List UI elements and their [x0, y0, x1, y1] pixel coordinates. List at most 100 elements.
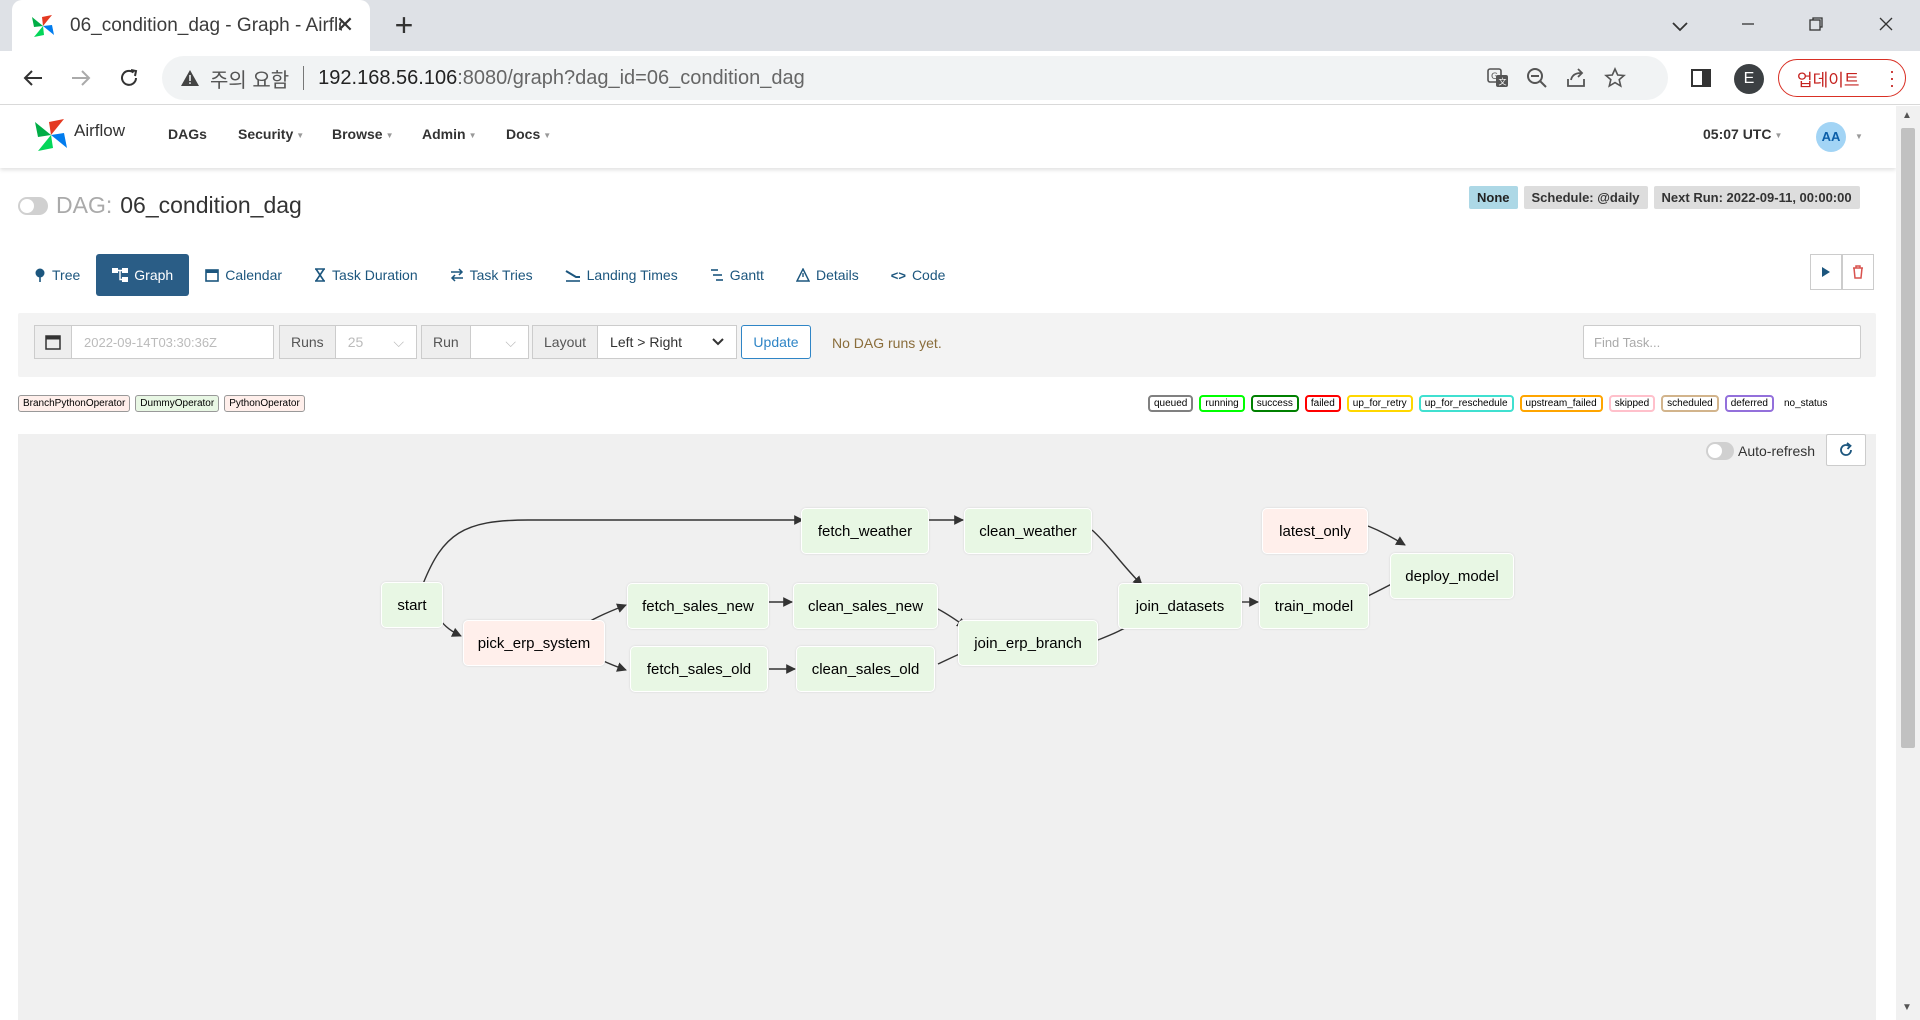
state-skipped[interactable]: skipped: [1608, 395, 1656, 412]
trigger-dag-button[interactable]: [1810, 254, 1842, 290]
task-node-start[interactable]: start: [381, 582, 443, 628]
base-date-picker[interactable]: 2022-09-14T03:30:36Z: [34, 325, 274, 359]
svg-text:文: 文: [1499, 77, 1507, 87]
tab-graph[interactable]: Graph: [96, 254, 190, 296]
tab-calendar[interactable]: Calendar: [189, 254, 298, 296]
task-node-fetch-weather[interactable]: fetch_weather: [801, 508, 929, 554]
tab-code[interactable]: <> Code: [875, 254, 962, 296]
state-failed[interactable]: failed: [1304, 395, 1341, 412]
state-success[interactable]: success: [1250, 395, 1299, 412]
state-no-status[interactable]: no_status: [1780, 397, 1831, 410]
caret-down-icon: ▼: [468, 130, 477, 140]
caret-down-icon: ▼: [1774, 130, 1783, 140]
state-running[interactable]: running: [1199, 395, 1245, 412]
calendar-icon[interactable]: [35, 326, 72, 358]
play-icon: [1822, 267, 1830, 277]
update-button[interactable]: Update: [741, 325, 811, 359]
dag-badges: None Schedule: @daily Next Run: 2022-09-…: [1469, 186, 1860, 209]
state-queued[interactable]: queued: [1148, 395, 1194, 412]
status-badge: None: [1469, 186, 1518, 209]
minimize-icon[interactable]: [1728, 8, 1768, 44]
gantt-icon: [710, 269, 723, 281]
delete-dag-button[interactable]: [1842, 254, 1874, 290]
task-node-deploy-model[interactable]: deploy_model: [1390, 553, 1514, 599]
update-label: 업데이트: [1797, 70, 1860, 90]
bookmark-star-icon[interactable]: [1602, 65, 1628, 91]
state-scheduled[interactable]: scheduled: [1661, 395, 1719, 412]
task-node-latest-only[interactable]: latest_only: [1262, 508, 1368, 554]
forward-icon[interactable]: [64, 61, 98, 95]
browser-update-button[interactable]: 업데이트 · · ·: [1778, 59, 1906, 97]
task-node-join-erp-branch[interactable]: join_erp_branch: [958, 620, 1098, 666]
task-node-train-model[interactable]: train_model: [1259, 583, 1369, 629]
nav-admin[interactable]: Admin ▼: [422, 126, 476, 142]
tab-tree[interactable]: Tree: [18, 254, 96, 296]
state-legend: queued running success failed up_for_ret…: [1148, 395, 1831, 412]
tab-gantt[interactable]: Gantt: [694, 254, 780, 296]
nav-browse[interactable]: Browse ▼: [332, 126, 394, 142]
close-window-icon[interactable]: [1866, 8, 1906, 44]
dag-graph-canvas[interactable]: Auto-refresh start pick_erp_system fetch…: [18, 434, 1876, 1020]
pin-icon: [35, 268, 45, 282]
airflow-logo[interactable]: Airflow: [32, 116, 125, 154]
page-scrollbar[interactable]: ▲ ▼: [1896, 106, 1920, 1020]
chevron-down-icon: [712, 338, 724, 346]
run-label: Run: [422, 326, 471, 358]
task-node-clean-sales-old[interactable]: clean_sales_old: [796, 646, 935, 692]
tab-landing-times[interactable]: Landing Times: [549, 254, 694, 296]
scroll-up-icon[interactable]: ▲: [1902, 110, 1912, 121]
no-runs-message: No DAG runs yet.: [832, 335, 942, 351]
run-select[interactable]: Run ⌵: [421, 325, 529, 359]
tab-search-chevron-icon[interactable]: [1660, 8, 1700, 44]
state-deferred[interactable]: deferred: [1724, 395, 1774, 412]
state-upstream-failed[interactable]: upstream_failed: [1519, 395, 1603, 412]
share-icon[interactable]: [1563, 65, 1589, 91]
browser-tab[interactable]: 06_condition_dag - Graph - Airflow ✕: [12, 0, 370, 51]
tab-close-icon[interactable]: ✕: [332, 12, 358, 38]
scroll-down-icon[interactable]: ▼: [1902, 1002, 1912, 1013]
scroll-thumb[interactable]: [1901, 128, 1915, 748]
layout-select[interactable]: Layout Left > Right: [532, 325, 737, 359]
task-node-join-datasets[interactable]: join_datasets: [1118, 583, 1242, 629]
kebab-menu-icon[interactable]: · · ·: [1889, 62, 1895, 94]
address-bar[interactable]: 주의 요함 192.168.56.106:8080/graph?dag_id=0…: [162, 56, 1668, 100]
user-avatar[interactable]: AA: [1816, 122, 1846, 152]
find-task-input[interactable]: Find Task...: [1583, 325, 1861, 359]
nav-security[interactable]: Security ▼: [238, 126, 304, 142]
reload-icon[interactable]: [112, 61, 146, 95]
tab-details[interactable]: Details: [780, 254, 875, 296]
zoom-icon[interactable]: [1524, 65, 1550, 91]
dag-pause-toggle[interactable]: [18, 196, 48, 215]
caret-down-icon: ▼: [385, 130, 394, 140]
back-icon[interactable]: [16, 61, 50, 95]
state-up-for-reschedule[interactable]: up_for_reschedule: [1418, 395, 1514, 412]
tab-task-tries[interactable]: Task Tries: [434, 254, 549, 296]
pinwheel-icon: [35, 119, 67, 151]
clock-utc[interactable]: 05:07 UTC ▼: [1703, 126, 1782, 142]
task-node-pick-erp-system[interactable]: pick_erp_system: [463, 620, 605, 666]
layout-value: Left > Right: [610, 334, 683, 350]
schedule-badge: Schedule: @daily: [1523, 186, 1648, 209]
restore-icon[interactable]: [1796, 8, 1836, 44]
task-node-fetch-sales-new[interactable]: fetch_sales_new: [627, 583, 769, 629]
side-panel-icon[interactable]: [1686, 63, 1716, 93]
state-up-for-retry[interactable]: up_for_retry: [1346, 395, 1413, 412]
caret-down-icon[interactable]: ▼: [1855, 132, 1863, 141]
nav-docs[interactable]: Docs ▼: [506, 126, 551, 142]
new-tab-icon[interactable]: +: [388, 9, 420, 42]
nav-dags[interactable]: DAGs: [168, 126, 207, 142]
base-date-input[interactable]: 2022-09-14T03:30:36Z: [72, 335, 229, 350]
profile-avatar[interactable]: E: [1734, 64, 1764, 94]
tab-task-duration[interactable]: Task Duration: [298, 254, 434, 296]
chevron-down-icon: ⌵: [393, 333, 404, 350]
task-node-clean-sales-new[interactable]: clean_sales_new: [793, 583, 938, 629]
browser-toolbar: 주의 요함 192.168.56.106:8080/graph?dag_id=0…: [0, 51, 1920, 105]
task-node-clean-weather[interactable]: clean_weather: [964, 508, 1092, 554]
omnibox-divider: [303, 66, 305, 90]
runs-select[interactable]: Runs 25 ⌵: [279, 325, 417, 359]
dag-title: DAG: 06_condition_dag: [18, 192, 302, 219]
task-node-fetch-sales-old[interactable]: fetch_sales_old: [630, 646, 768, 692]
security-warning[interactable]: 주의 요함: [210, 64, 289, 93]
caret-down-icon: ▼: [296, 130, 305, 140]
translate-icon[interactable]: G文: [1485, 65, 1511, 91]
